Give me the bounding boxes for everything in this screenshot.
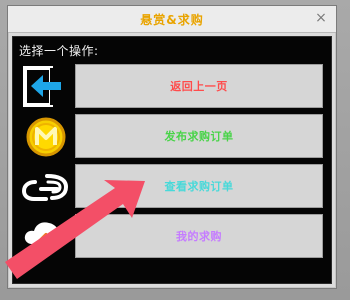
my-requests-button[interactable]: 我的求购: [75, 214, 323, 258]
back-button[interactable]: 返回上一页: [75, 64, 323, 108]
cloud-upload-icon: [19, 214, 73, 258]
action-prompt: 选择一个操作:: [19, 44, 99, 58]
view-orders-label: 查看求购订单: [164, 180, 234, 193]
dialog-window: 悬赏&求购 × 选择一个操作: 返回上一页 发布求购订单 查看求购订单 我的求购: [7, 5, 337, 289]
my-requests-label: 我的求购: [176, 230, 222, 243]
titlebar: 悬赏&求购 ×: [8, 6, 336, 33]
action-panel: 选择一个操作: 返回上一页 发布求购订单 查看求购订单 我的求购: [12, 36, 332, 284]
close-button[interactable]: ×: [313, 9, 329, 27]
publish-order-label: 发布求购订单: [164, 130, 234, 143]
link-chain-icon: [19, 164, 73, 208]
back-button-label: 返回上一页: [170, 80, 228, 93]
dialog-title: 悬赏&求购: [140, 13, 204, 27]
coin-m-icon: [19, 115, 73, 159]
view-orders-button[interactable]: 查看求购订单: [75, 164, 323, 208]
back-arrow-icon: [19, 65, 73, 109]
publish-order-button[interactable]: 发布求购订单: [75, 114, 323, 158]
